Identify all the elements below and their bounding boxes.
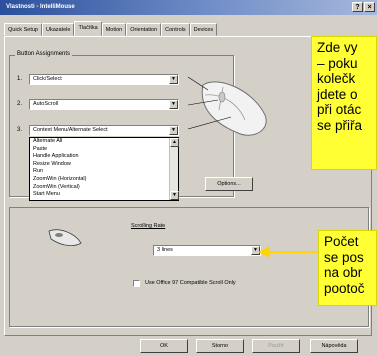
dropdown-option[interactable]: Resize Window [30,161,178,169]
callout-top: Zde vy – poku kolečk jdete o při otác se… [311,36,377,170]
callout-bottom-line: na obr [324,265,363,280]
button-1-select[interactable]: Click/Select ▼ [29,74,179,85]
callout-bottom-line: se pos [324,249,364,265]
callout-top-line: kolečk [317,71,356,86]
callout-bottom: Počet se pos na obr pootoč [318,230,377,306]
chevron-down-icon[interactable]: ▼ [169,75,178,84]
dropdown-option[interactable]: Run [30,168,178,176]
title-bar: Vlastnosti - IntelliMouse ? × [0,0,377,15]
row-number-3: 3. [17,127,23,133]
scroll-up-icon[interactable]: ▲ [170,138,179,147]
cancel-button[interactable]: Storno [196,339,244,353]
dropdown-option[interactable]: ZoomWin (Horizontal) [30,176,178,184]
callout-top-line: – poku [317,55,358,71]
scrolling-rate-value: 3 lines [157,247,173,253]
callout-top-line: Zde vy [317,40,358,55]
chevron-down-icon[interactable]: ▼ [169,100,178,109]
wheel-icon [48,229,82,247]
scroll-down-icon[interactable]: ▼ [170,191,179,200]
tab-strip: Quick Setup Ukazatele Tlačítka Motion Or… [4,21,218,36]
button-3-value: Context Menu/Alternate Select [33,127,108,133]
office97-scroll-checkbox[interactable] [133,280,140,287]
tab-pointers[interactable]: Ukazatele [41,23,75,36]
dropdown-scrollbar[interactable]: ▲ ▼ [169,138,179,200]
button-3-dropdown-list[interactable]: Alternate All Paste Handle Application R… [29,137,179,201]
tab-buttons[interactable]: Tlačítka [74,21,102,36]
help-title-button[interactable]: ? [352,2,363,12]
button-assignments-label: Button Assignments [15,51,73,57]
scrolling-rate-select[interactable]: 3 lines ▼ [153,245,261,256]
mouse-illustration [187,76,267,136]
tab-motion[interactable]: Motion [101,23,127,36]
help-button[interactable]: Nápověda [310,339,358,353]
row-number-2: 2. [17,101,23,107]
dropdown-option[interactable]: Start Menu [30,191,178,199]
tab-devices[interactable]: Devices [189,23,218,36]
dropdown-option[interactable]: ZoomWin (Vertical) [30,184,178,192]
button-2-value: AutoScroll [33,101,59,107]
callout-bottom-line: pootoč [324,280,365,296]
button-3-select[interactable]: Context Menu/Alternate Select ▼ [29,125,179,136]
apply-button[interactable]: Použít [252,339,300,353]
button-2-select[interactable]: AutoScroll ▼ [29,99,179,110]
callout-top-line: se přiřa [317,117,363,133]
close-title-button[interactable]: × [364,2,375,12]
callout-arrow-icon [258,246,318,258]
callout-bottom-line: Počet [324,234,359,249]
ok-button[interactable]: OK [140,339,188,353]
options-button[interactable]: Options... [205,177,253,191]
tab-quick-setup[interactable]: Quick Setup [4,23,42,36]
callout-top-line: jdete o [317,86,358,102]
window-title: Vlastnosti - IntelliMouse [6,4,75,10]
dropdown-option[interactable]: Handle Application [30,153,178,161]
dropdown-option[interactable]: Alternate All [30,138,178,146]
dropdown-option[interactable]: Paste [30,146,178,154]
tab-orientation[interactable]: Orientation [126,23,162,36]
callout-top-line: při otác [317,102,362,117]
tab-controls[interactable]: Controls [161,23,190,36]
scrolling-rate-label: Scrolling Rate [131,223,166,229]
row-number-1: 1. [17,76,23,82]
office97-scroll-label: Use Office 97 Compatible Scroll Only [145,280,236,286]
button-1-value: Click/Select [33,76,62,82]
chevron-down-icon[interactable]: ▼ [169,126,178,135]
